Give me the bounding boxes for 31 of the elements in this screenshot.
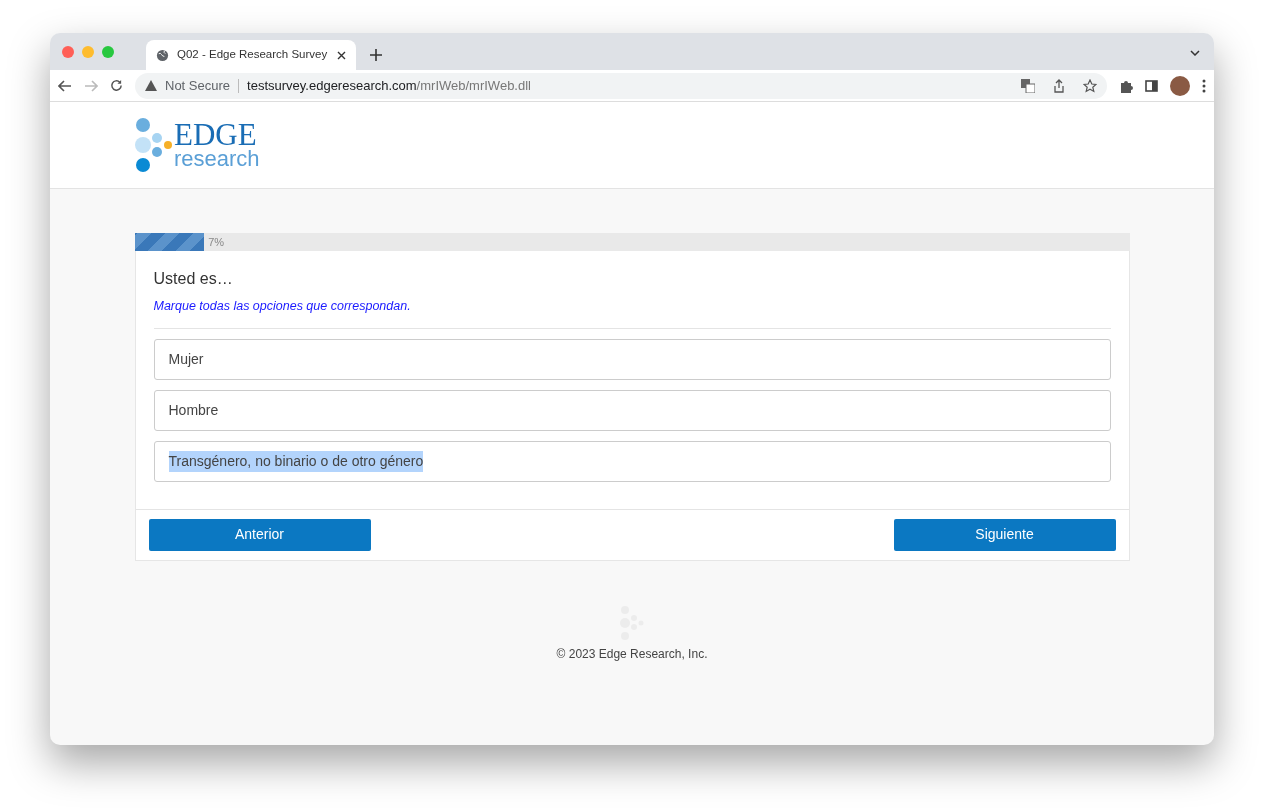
browser-tab[interactable]: Q02 - Edge Research Survey [146,40,356,70]
progress-label: 7% [208,234,225,250]
url-text: testsurvey.edgeresearch.com/mrIWeb/mrIWeb.dll [247,76,531,95]
dots-icon [134,117,174,173]
next-button[interactable]: Siguiente [893,518,1116,551]
logo-subtitle: research [174,149,260,171]
puzzle-icon[interactable] [1119,78,1133,93]
answer-option[interactable]: Hombre [153,389,1111,431]
share-icon[interactable] [1053,78,1065,93]
star-icon[interactable] [1083,78,1097,93]
tab-title: Q02 - Edge Research Survey [177,47,329,63]
back-icon[interactable] [58,79,72,92]
instruction-text: Marque todas las opciones que correspondan. [153,297,1111,329]
reload-icon[interactable] [110,79,123,92]
warning-icon [145,80,157,91]
question-text: Usted es… [153,269,234,289]
address-bar[interactable]: Not Secure testsurvey.edgeresearch.com/mrIWeb/mrIWeb.dll [135,72,1107,99]
answer-option[interactable]: Mujer [153,338,1111,380]
more-icon[interactable] [1202,78,1206,93]
logo-wordmark: EDGE [174,119,257,150]
edge-research-logo[interactable]: EDGE research [134,117,260,173]
copyright-text: © 2023 Edge Research, Inc. [556,645,708,663]
security-label: Not Secure [165,76,231,95]
new-tab-icon[interactable] [370,49,382,61]
side-panel-icon[interactable] [1145,79,1158,92]
close-tab-icon[interactable] [337,50,346,60]
globe-icon [156,48,169,62]
answer-option[interactable]: Transgénero, no binario o de otro género [153,440,1111,482]
chevron-down-icon[interactable] [1190,50,1200,56]
previous-button[interactable]: Anterior [148,518,371,551]
profile-avatar[interactable] [1170,75,1190,96]
